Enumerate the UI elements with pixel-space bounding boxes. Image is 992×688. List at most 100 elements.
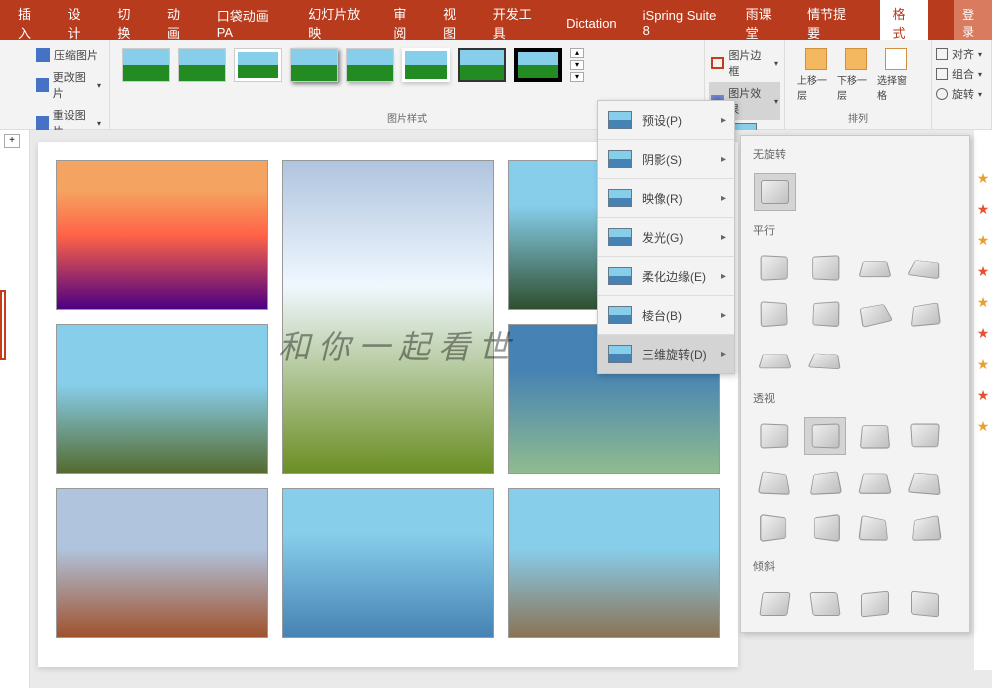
slide-image[interactable]	[56, 160, 268, 310]
rotation-option[interactable]	[755, 296, 795, 332]
style-option[interactable]	[290, 48, 338, 82]
tab-dictation[interactable]: Dictation	[566, 8, 617, 39]
rotation-option[interactable]	[855, 510, 895, 546]
slide-image[interactable]	[56, 488, 268, 638]
rotation-option[interactable]	[905, 296, 945, 332]
slide-image[interactable]	[56, 324, 268, 474]
effects-soft-edges[interactable]: 柔化边缘(E)▸	[598, 257, 734, 295]
style-option[interactable]	[122, 48, 170, 82]
rotation-option[interactable]	[755, 342, 795, 378]
chevron-right-icon: ▸	[721, 115, 726, 126]
bring-forward[interactable]: 上移一层	[797, 48, 835, 102]
star-icon: ★	[974, 356, 992, 373]
group-adjust: 压缩图片 更改图片▾ 重设图片▾	[0, 40, 110, 129]
star-icon: ★	[974, 232, 992, 249]
rotation-option[interactable]	[905, 586, 945, 622]
border-icon	[711, 57, 724, 69]
watermark-text: 和 你 一 起 看 世	[278, 322, 510, 368]
rotation-option[interactable]	[855, 296, 895, 332]
change-icon	[36, 78, 49, 92]
selection-pane[interactable]: 选择窗格	[877, 48, 915, 102]
picture-border[interactable]: 图片边框▾	[709, 44, 780, 82]
styles-scroll-down[interactable]: ▾	[570, 60, 584, 70]
ribbon: 压缩图片 更改图片▾ 重设图片▾ ▴ ▾ ▾ 图片样式 图片边框▾ 图片效果▾ …	[0, 40, 992, 130]
forward-icon	[805, 48, 827, 70]
section-parallel: 平行	[745, 216, 965, 244]
rotation-option[interactable]	[805, 250, 845, 286]
style-option[interactable]	[234, 48, 282, 82]
preset-icon	[608, 111, 632, 129]
bevel-icon	[608, 306, 632, 324]
star-icon: ★	[974, 387, 992, 404]
effects-reflect[interactable]: 映像(R)▸	[598, 179, 734, 217]
rotation-3d-panel: 无旋转 平行 透视 倾斜	[740, 135, 970, 633]
arrange-label: 排列	[793, 110, 923, 125]
style-option[interactable]	[514, 48, 562, 82]
rotation-option[interactable]	[855, 464, 895, 500]
effects-preset[interactable]: 预设(P)▸	[598, 101, 734, 139]
rotation-option[interactable]	[905, 418, 945, 454]
shadow-icon	[608, 150, 632, 168]
rotation-option[interactable]	[805, 296, 845, 332]
change-picture[interactable]: 更改图片▾	[36, 66, 101, 104]
chevron-right-icon: ▸	[721, 193, 726, 204]
rotation-option[interactable]	[755, 418, 795, 454]
slide-thumb-selected[interactable]	[0, 290, 6, 360]
rotation-option[interactable]	[805, 510, 845, 546]
group-icon	[936, 68, 948, 80]
style-option[interactable]	[458, 48, 506, 82]
effects-glow[interactable]: 发光(G)▸	[598, 218, 734, 256]
glow-icon	[608, 228, 632, 246]
effects-shadow[interactable]: 阴影(S)▸	[598, 140, 734, 178]
nav-add[interactable]: +	[4, 134, 20, 148]
slide-nav[interactable]: +	[0, 130, 30, 688]
star-icon: ★	[974, 201, 992, 218]
star-icon: ★	[974, 294, 992, 311]
slide-image[interactable]	[282, 160, 494, 474]
style-option[interactable]	[346, 48, 394, 82]
rotation-option[interactable]	[905, 510, 945, 546]
align-icon	[936, 48, 948, 60]
rotation-option[interactable]	[805, 586, 845, 622]
style-option[interactable]	[178, 48, 226, 82]
group-button[interactable]: 组合▾	[936, 64, 987, 84]
styles-more[interactable]: ▾	[570, 72, 584, 82]
styles-scroll-up[interactable]: ▴	[570, 48, 584, 58]
reset-icon	[36, 116, 49, 130]
backward-icon	[845, 48, 867, 70]
rotation-option[interactable]	[905, 250, 945, 286]
rotate-button[interactable]: 旋转▾	[936, 84, 987, 104]
picture-effects-menu: 预设(P)▸ 阴影(S)▸ 映像(R)▸ 发光(G)▸ 柔化边缘(E)▸ 棱台(…	[597, 100, 735, 374]
compress-icon	[36, 48, 50, 62]
style-option[interactable]	[402, 48, 450, 82]
rotation-option[interactable]	[805, 464, 845, 500]
chevron-right-icon: ▸	[721, 349, 726, 360]
rotation-option[interactable]	[755, 586, 795, 622]
section-oblique: 倾斜	[745, 552, 965, 580]
align-button[interactable]: 对齐▾	[936, 44, 987, 64]
select-icon	[885, 48, 907, 70]
rotation-option[interactable]	[855, 418, 895, 454]
slide-image[interactable]	[282, 488, 494, 638]
rotation-option[interactable]	[805, 342, 845, 378]
rotation-option[interactable]	[905, 464, 945, 500]
rotation-option[interactable]	[755, 510, 795, 546]
chevron-right-icon: ▸	[721, 154, 726, 165]
group-align: 对齐▾ 组合▾ 旋转▾	[932, 40, 992, 129]
slide-image[interactable]	[508, 488, 720, 638]
rotation-none[interactable]	[755, 174, 795, 210]
effects-bevel[interactable]: 棱台(B)▸	[598, 296, 734, 334]
rotation-option[interactable]	[755, 250, 795, 286]
rotation-option[interactable]	[855, 250, 895, 286]
chevron-right-icon: ▸	[721, 310, 726, 321]
compress-picture[interactable]: 压缩图片	[36, 44, 101, 66]
reflect-icon	[608, 189, 632, 207]
section-none: 无旋转	[745, 140, 965, 168]
rotation-option[interactable]	[805, 418, 845, 454]
ribbon-tabs: 插入 设计 切换 动画 口袋动画 PA 幻灯片放映 审阅 视图 开发工具 Dic…	[0, 6, 992, 40]
rotation-option[interactable]	[755, 464, 795, 500]
effects-3d-rotation[interactable]: 三维旋转(D)▸	[598, 335, 734, 373]
rotation-option[interactable]	[855, 586, 895, 622]
star-icon: ★	[974, 170, 992, 187]
send-backward[interactable]: 下移一层	[837, 48, 875, 102]
